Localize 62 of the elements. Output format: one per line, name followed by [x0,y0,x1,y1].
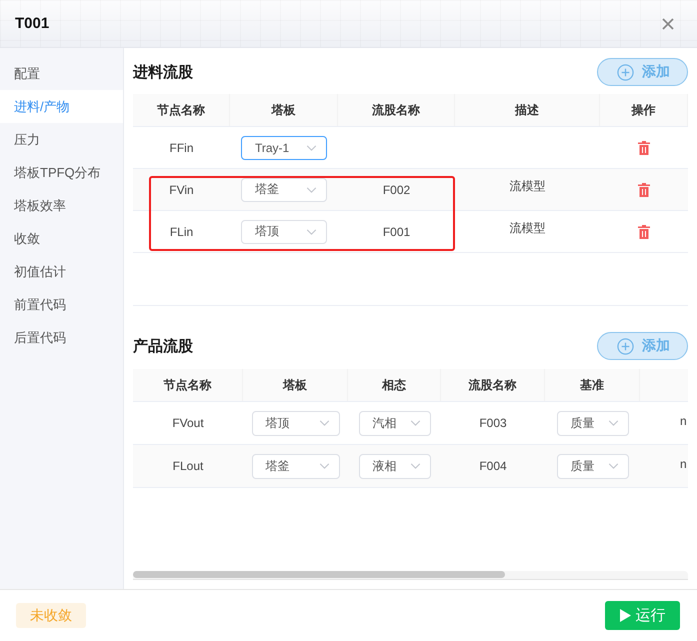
chevron-icon [608,463,618,469]
phase-select[interactable]: 汽相 [358,410,430,436]
chevron-icon [306,228,317,234]
basis-select[interactable]: 质量 [556,410,628,436]
plus-circle-icon [617,338,634,354]
column-header: 描述 [455,94,600,126]
trash-icon[interactable] [638,140,650,154]
table-cell: 流模型 [510,178,546,195]
chevron-icon [410,463,420,469]
table-cell: FLin [170,224,194,238]
table-cell: 流模型 [510,220,546,237]
tray-select[interactable]: Tray-1 [241,136,327,160]
trash-icon[interactable] [638,182,650,196]
trash-icon[interactable] [638,224,650,238]
chevron-icon [306,186,317,192]
sidebar-item[interactable]: 压力 [0,123,123,156]
sidebar-item[interactable]: 初值估计 [0,255,123,288]
column-header: 流股名称 [441,369,545,401]
table-cell: FVout [172,416,204,430]
table-cell: F001 [382,224,410,238]
table-cell: FLout [172,459,204,473]
tray-select[interactable]: 塔顶 [252,410,340,436]
window-title: T001 [15,15,50,32]
column-header: 操作 [600,94,688,126]
chevron-icon [306,144,317,150]
scrollbar-thumb[interactable] [133,571,505,578]
sidebar-item[interactable]: 塔板效率 [0,189,123,222]
status-badge: 未收敛 [16,603,86,628]
horizontal-scrollbar[interactable] [133,571,688,580]
basis-select[interactable]: 质量 [556,454,628,478]
sidebar-item[interactable]: 收敛 [0,222,123,255]
table-cell: F003 [479,416,507,430]
table-cell: n [680,457,687,471]
table-cell: FVin [169,182,194,196]
column-header: 流股名称 [338,94,455,126]
chevron-icon [410,420,420,426]
section-title: 产品流股 [133,336,193,356]
close-icon[interactable] [662,18,674,30]
column-header: 基准 [545,369,640,401]
tray-select[interactable]: 塔釜 [252,454,340,478]
chevron-icon [318,463,330,469]
chevron-icon [318,420,330,426]
column-header: 塔板 [243,369,348,401]
table-cell: FFin [170,140,194,154]
sidebar-item[interactable]: 前置代码 [0,288,123,321]
column-header: 相态 [348,369,441,401]
tray-select[interactable]: 塔釜 [241,178,327,202]
column-header: 塔板 [230,94,338,126]
chevron-icon [608,420,618,426]
section-title: 进料流股 [133,62,193,82]
table-cell: n [680,414,687,428]
table-cell: F004 [479,459,507,473]
sidebar-item[interactable]: 塔板TPFQ分布 [0,156,123,189]
column-header: 节点名称 [133,369,243,401]
play-icon [620,609,630,622]
tray-select[interactable]: 塔顶 [241,220,327,244]
sidebar-item[interactable]: 后置代码 [0,321,123,354]
table-cell: F002 [382,182,410,196]
sidebar-item[interactable]: 配置 [0,57,123,90]
phase-select[interactable]: 液相 [358,454,430,478]
plus-circle-icon [617,64,634,80]
column-header: 节点名称 [133,94,230,126]
